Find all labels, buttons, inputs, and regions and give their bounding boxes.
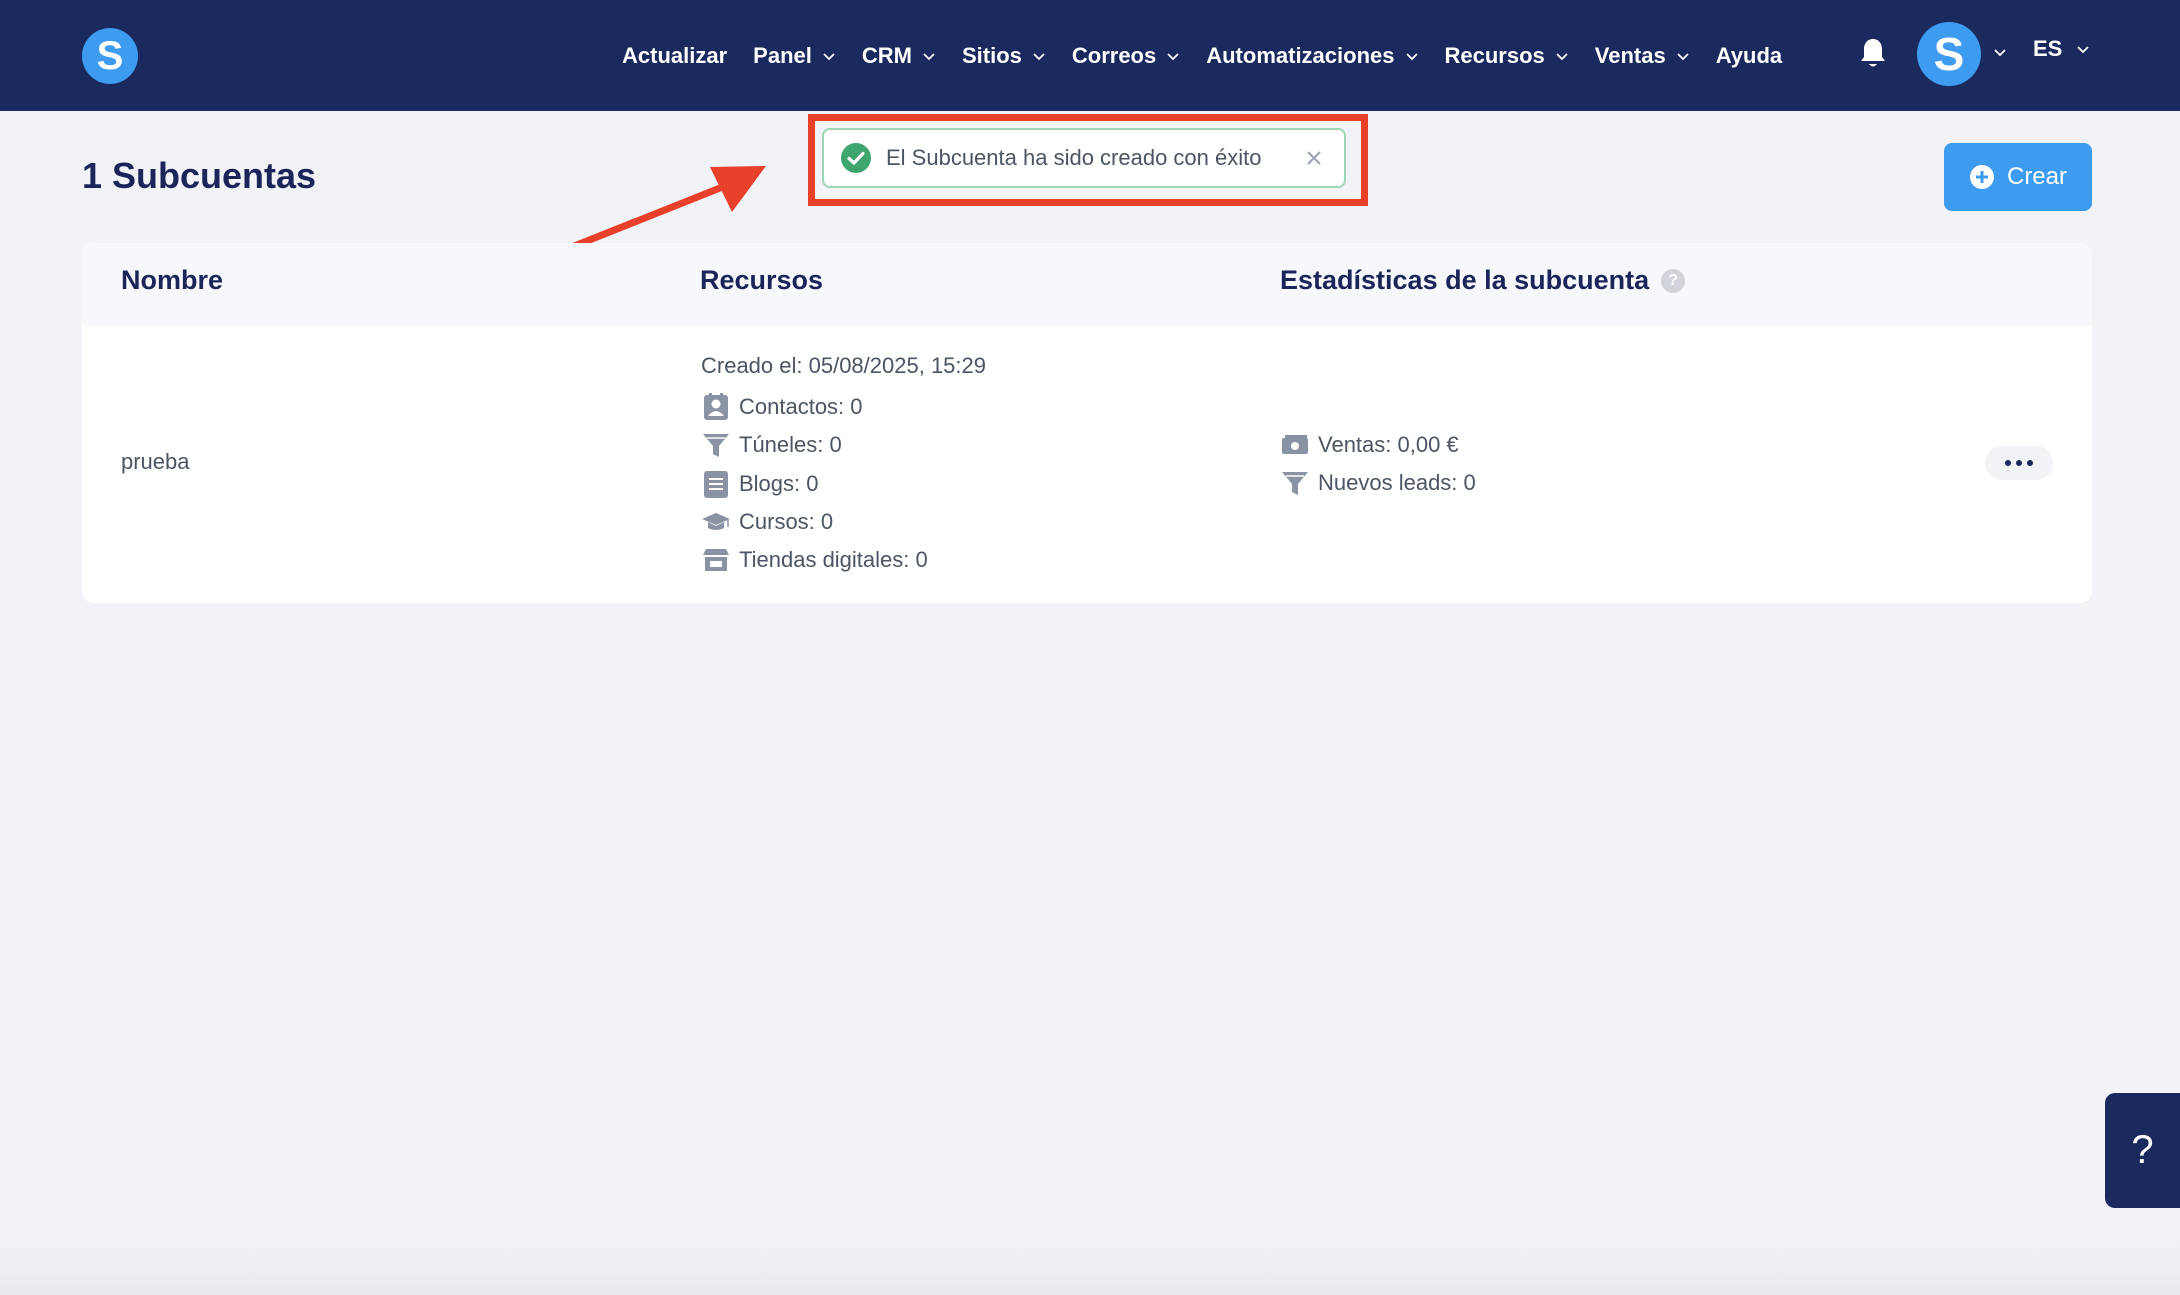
funnel-icon — [1282, 472, 1308, 496]
chevron-down-icon — [823, 52, 835, 60]
list-item: Cursos: 0 — [701, 503, 928, 541]
main-menu: Actualizar Panel CRM Sitios Correos Auto… — [622, 0, 1808, 111]
list-item: Túneles: 0 — [701, 426, 928, 464]
dot-icon — [2016, 460, 2022, 466]
resource-label: Blogs: 0 — [739, 470, 819, 496]
nav-item-ventas[interactable]: Ventas — [1595, 43, 1690, 69]
chevron-down-icon — [1556, 52, 1568, 60]
blog-icon — [704, 470, 728, 498]
user-avatar[interactable]: S — [1917, 22, 1981, 86]
bell-icon[interactable] — [1858, 36, 1888, 70]
nav-item-label: Ayuda — [1715, 42, 1783, 68]
nav-item-label: Sitios — [961, 42, 1022, 68]
app-logo[interactable]: S — [82, 28, 138, 84]
check-circle-icon — [841, 143, 871, 173]
nav-item-label: Recursos — [1444, 42, 1545, 68]
chevron-down-icon — [1405, 52, 1418, 60]
create-subaccount-button[interactable]: Crear — [1944, 143, 2092, 211]
nav-item-label: Correos — [1071, 42, 1157, 68]
nav-item-correos[interactable]: Correos — [1072, 43, 1180, 69]
nav-item-label: Panel — [753, 42, 812, 68]
list-item: Blogs: 0 — [701, 465, 928, 503]
nav-item-ayuda[interactable]: Ayuda — [1716, 43, 1782, 69]
created-date: Creado el: 05/08/2025, 15:29 — [701, 353, 987, 378]
subaccounts-table: Nombre Recursos Estadísticas de la subcu… — [82, 243, 2092, 603]
resource-label: Cursos: 0 — [739, 509, 834, 535]
nav-item-label: Ventas — [1594, 42, 1666, 68]
nav-item-label: Actualizar — [622, 42, 728, 68]
page-title: 1 Subcuentas — [82, 155, 317, 196]
bottom-fade — [0, 1230, 2180, 1295]
resource-label: Tiendas digitales: 0 — [739, 547, 928, 573]
nav-item-recursos[interactable]: Recursos — [1445, 43, 1569, 69]
list-item: Ventas: 0,00 € — [1280, 426, 1476, 464]
resource-label: Contactos: 0 — [739, 394, 863, 420]
language-label: ES — [2033, 36, 2063, 61]
money-icon — [1282, 435, 1308, 455]
floating-help-button[interactable]: ? — [2105, 1093, 2180, 1208]
help-icon[interactable]: ? — [1661, 268, 1686, 293]
plus-circle-icon — [1969, 165, 1994, 189]
contacts-icon — [704, 393, 728, 421]
funnel-icon — [703, 434, 729, 458]
column-header-stats-label: Estadísticas de la subcuenta — [1280, 265, 1650, 295]
dot-icon — [2027, 460, 2033, 466]
nav-item-sitios[interactable]: Sitios — [962, 43, 1046, 69]
chevron-down-icon — [1167, 52, 1179, 60]
nav-item-label: Automatizaciones — [1206, 42, 1395, 68]
close-icon[interactable] — [1304, 148, 1324, 168]
stat-label: Nuevos leads: 0 — [1318, 470, 1476, 496]
subaccount-name: prueba — [121, 449, 190, 474]
table-header: Nombre Recursos Estadísticas de la subcu… — [82, 243, 2092, 326]
chevron-down-icon — [1033, 52, 1045, 60]
nav-item-panel[interactable]: Panel — [753, 43, 836, 69]
nav-item-label: CRM — [861, 42, 912, 68]
store-icon — [703, 549, 729, 572]
success-toast: El Subcuenta ha sido creado con éxito — [822, 128, 1346, 188]
list-item: Nuevos leads: 0 — [1280, 464, 1476, 502]
chevron-down-icon — [923, 52, 935, 60]
nav-item-actualizar[interactable]: Actualizar — [622, 43, 727, 69]
more-actions-button[interactable] — [1985, 446, 2053, 480]
toast-message: El Subcuenta ha sido creado con éxito — [886, 145, 1262, 170]
list-item: Contactos: 0 — [701, 388, 928, 426]
resources-list: Contactos: 0 Túneles: 0 Blogs: 0 Cursos:… — [701, 388, 928, 579]
create-button-label: Crear — [2006, 163, 2067, 190]
graduation-cap-icon — [702, 513, 730, 531]
chevron-down-icon[interactable] — [1993, 45, 2007, 59]
chevron-down-icon — [2077, 46, 2089, 54]
nav-item-automatizaciones[interactable]: Automatizaciones — [1206, 43, 1418, 69]
nav-item-crm[interactable]: CRM — [862, 43, 936, 69]
resource-label: Túneles: 0 — [739, 432, 842, 458]
column-header-stats: Estadísticas de la subcuenta ? — [1280, 265, 1686, 296]
stat-label: Ventas: 0,00 € — [1318, 432, 1459, 458]
column-header-name: Nombre — [121, 265, 224, 295]
language-selector[interactable]: ES — [2033, 36, 2090, 62]
column-header-resources: Recursos — [700, 265, 824, 295]
top-navigation-bar: S Actualizar Panel CRM Sitios Correos Au… — [0, 0, 2180, 111]
stats-list: Ventas: 0,00 € Nuevos leads: 0 — [1280, 426, 1476, 503]
chevron-down-icon — [1677, 52, 1689, 60]
list-item: Tiendas digitales: 0 — [701, 541, 928, 579]
dot-icon — [2005, 460, 2011, 466]
